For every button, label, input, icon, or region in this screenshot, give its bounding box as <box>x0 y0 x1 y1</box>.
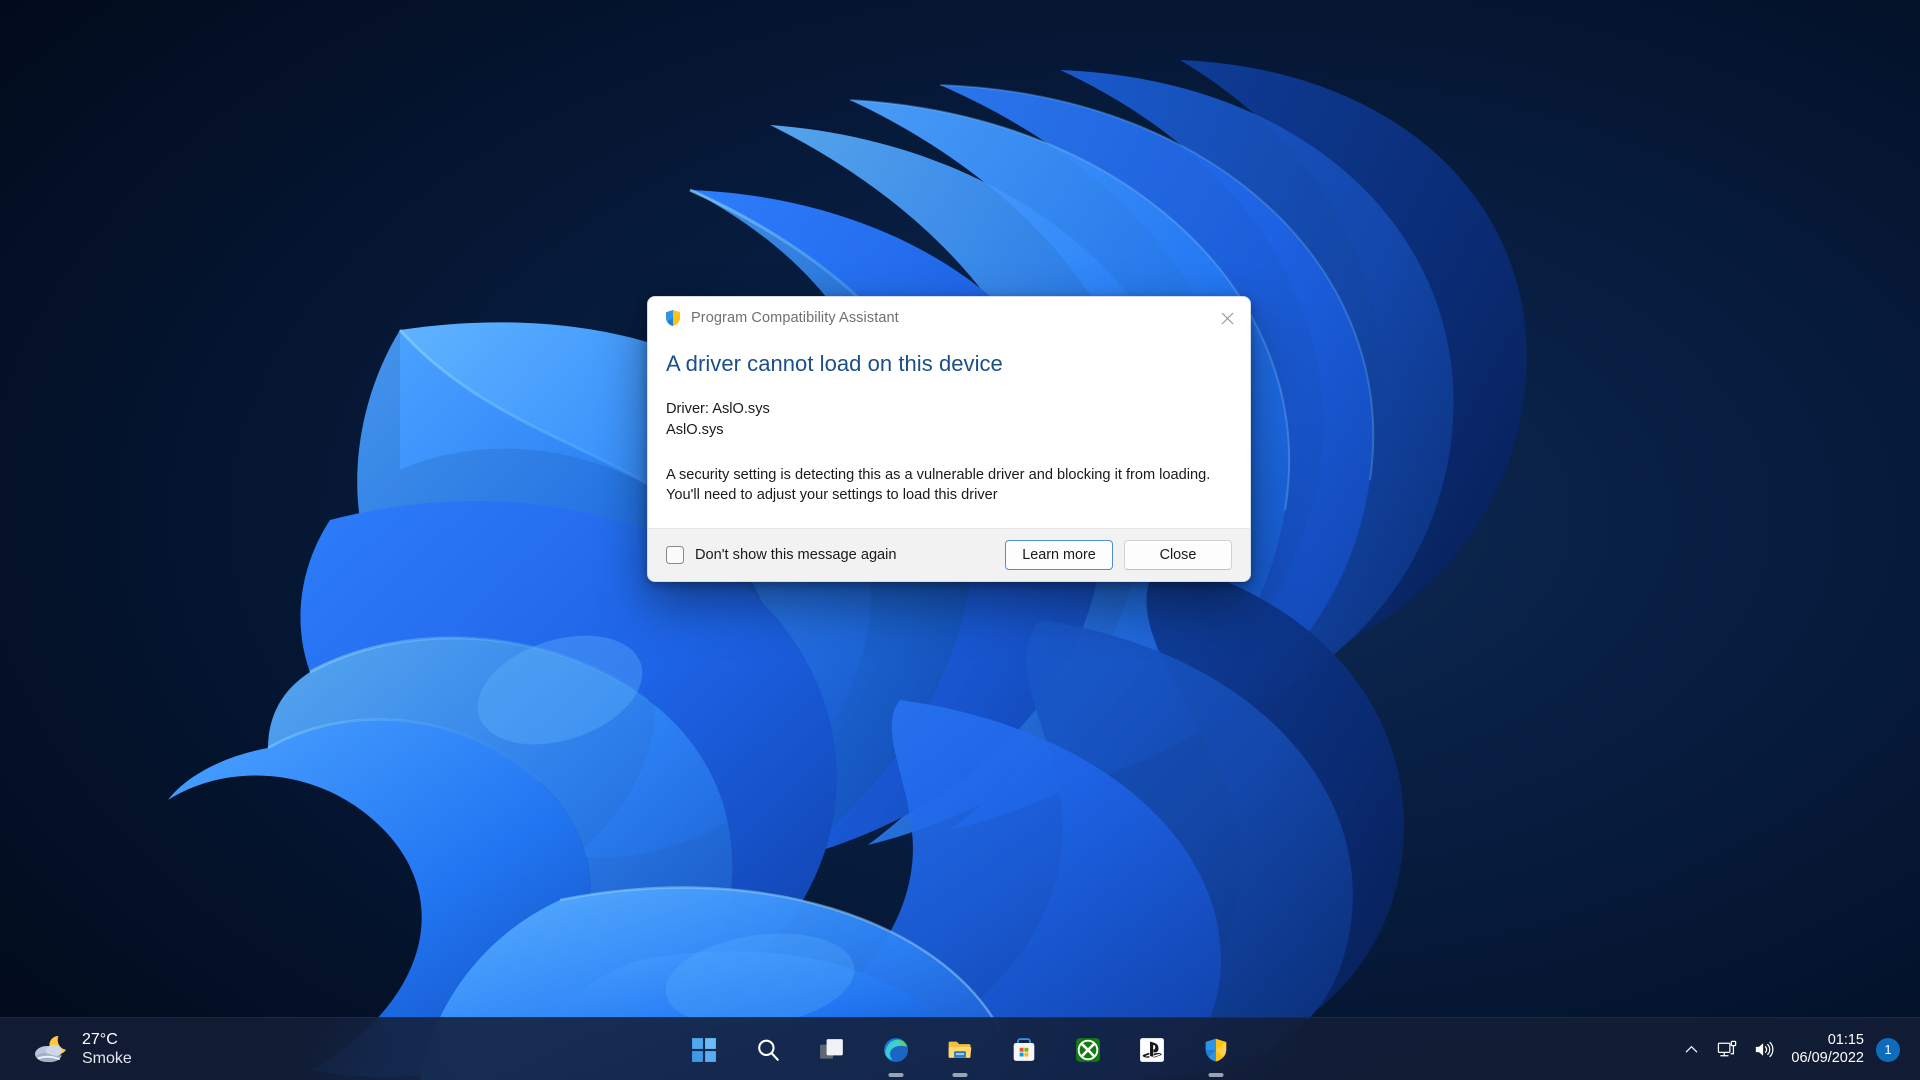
dialog-heading: A driver cannot load on this device <box>666 351 1232 377</box>
weather-condition: Smoke <box>82 1050 132 1069</box>
clock-date: 06/09/2022 <box>1791 1050 1864 1067</box>
shield-icon <box>664 309 682 327</box>
dialog-footer: Don't show this message again Learn more… <box>648 528 1250 581</box>
xbox-button[interactable] <box>1066 1028 1110 1072</box>
moon-behind-cloud-icon <box>30 1030 70 1070</box>
xbox-icon <box>1075 1037 1101 1063</box>
notification-badge[interactable]: 1 <box>1876 1038 1900 1062</box>
dialog-body: A driver cannot load on this device Driv… <box>648 339 1250 528</box>
search-button[interactable] <box>746 1028 790 1072</box>
playstation-button[interactable] <box>1130 1028 1174 1072</box>
playstation-icon <box>1139 1037 1165 1063</box>
taskbar-app-icons <box>0 1018 1920 1080</box>
windows-security-button[interactable] <box>1194 1028 1238 1072</box>
checkbox-box[interactable] <box>666 546 684 564</box>
weather-widget[interactable]: 27°C Smoke <box>18 1018 144 1080</box>
close-button[interactable]: Close <box>1124 540 1232 570</box>
chevron-up-icon <box>1684 1042 1699 1057</box>
program-compatibility-assistant-dialog[interactable]: Program Compatibility Assistant A driver… <box>647 296 1251 582</box>
dialog-title: Program Compatibility Assistant <box>691 310 899 326</box>
dialog-titlebar[interactable]: Program Compatibility Assistant <box>648 297 1250 339</box>
close-icon[interactable] <box>1204 297 1250 339</box>
dialog-description: A security setting is detecting this as … <box>666 465 1232 506</box>
taskbar[interactable]: 27°C Smoke <box>0 1017 1920 1080</box>
desktop[interactable]: Program Compatibility Assistant A driver… <box>0 0 1920 1080</box>
folder-icon <box>947 1037 973 1063</box>
search-icon <box>755 1037 781 1063</box>
learn-more-button[interactable]: Learn more <box>1005 540 1113 570</box>
task-view-button[interactable] <box>810 1028 854 1072</box>
show-hidden-icons-button[interactable] <box>1673 1028 1709 1072</box>
edge-button[interactable] <box>874 1028 918 1072</box>
driver-label-line: Driver: AslO.sys <box>666 399 1232 419</box>
file-explorer-button[interactable] <box>938 1028 982 1072</box>
store-icon <box>1011 1037 1037 1063</box>
start-button[interactable] <box>682 1028 726 1072</box>
weather-temperature: 27°C <box>82 1031 132 1050</box>
task-view-icon <box>819 1037 845 1063</box>
ethernet-icon <box>1717 1039 1738 1060</box>
network-button[interactable] <box>1709 1028 1745 1072</box>
clock-time: 01:15 <box>1828 1032 1864 1049</box>
driver-info: Driver: AslO.sys AslO.sys <box>666 399 1232 439</box>
dont-show-again-checkbox[interactable]: Don't show this message again <box>666 546 994 564</box>
edge-icon <box>883 1037 909 1063</box>
system-tray[interactable]: 01:15 06/09/2022 1 <box>1673 1018 1920 1080</box>
clock[interactable]: 01:15 06/09/2022 <box>1781 1032 1876 1067</box>
speaker-icon <box>1753 1039 1774 1060</box>
volume-button[interactable] <box>1745 1028 1781 1072</box>
shield-icon <box>1203 1037 1229 1063</box>
microsoft-store-button[interactable] <box>1002 1028 1046 1072</box>
windows-logo-icon <box>691 1037 717 1063</box>
driver-name-line: AslO.sys <box>666 420 1232 440</box>
checkbox-label: Don't show this message again <box>695 547 897 563</box>
